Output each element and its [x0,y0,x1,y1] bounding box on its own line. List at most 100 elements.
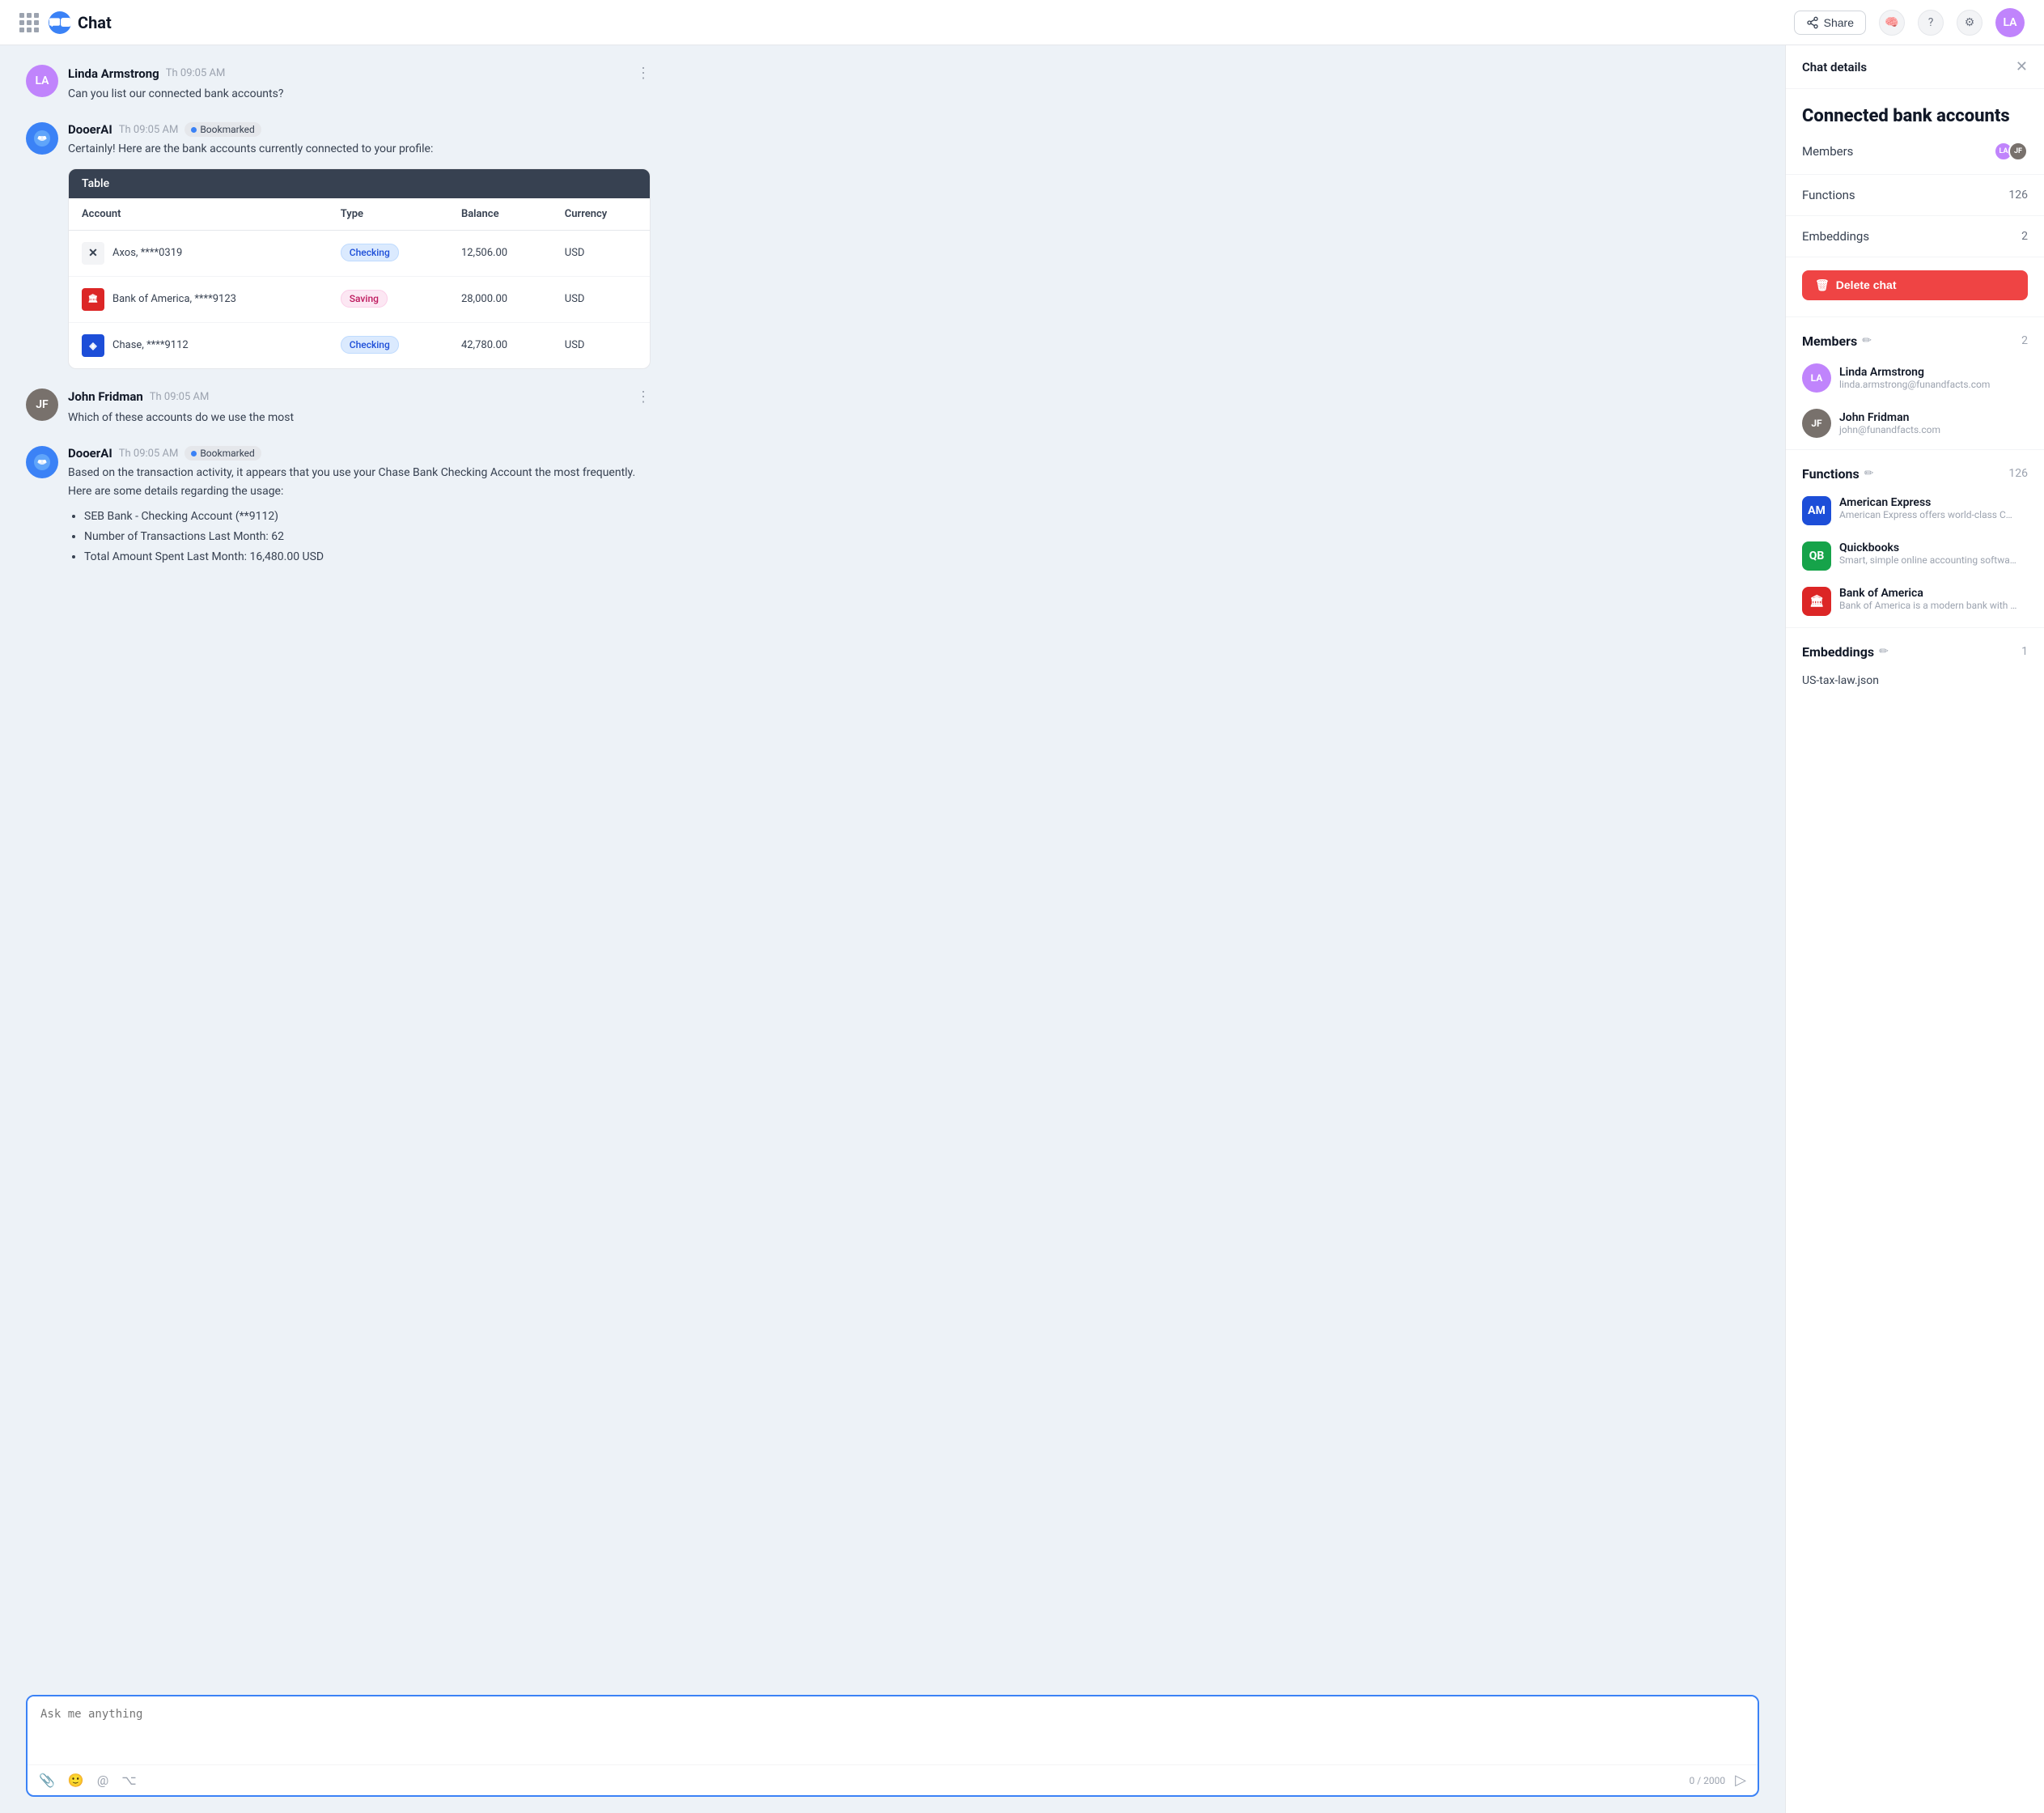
msg-text: Which of these accounts do we use the mo… [68,409,651,427]
col-type: Type [328,198,448,231]
col-account: Account [69,198,328,231]
functions-count: 126 [2008,467,2028,480]
bank-name: Chase, ****9112 [112,339,189,351]
list-item: SEB Bank - Checking Account (**9112) [84,507,651,527]
badge-dot [191,127,197,133]
function-desc: Smart, simple online accounting software… [1839,554,2017,566]
member-avatars: LA JF [1994,142,2028,161]
member-email: linda.armstrong@funandfacts.com [1839,379,1990,390]
delete-chat-button[interactable]: 🗑 Delete chat [1802,270,2028,300]
msg-sender: Linda Armstrong [68,66,159,81]
function-item: AM American Express American Express off… [1786,488,2044,533]
currency: USD [552,322,650,368]
list-item: Number of Transactions Last Month: 62 [84,527,651,547]
message-group: JF John Fridman Th 09:05 AM ⋮ Which of t… [26,388,1759,427]
member-name: John Fridman [1839,411,1940,424]
emoji-icon[interactable]: 🙂 [68,1773,84,1788]
close-button[interactable]: ✕ [2016,58,2028,75]
panel-header: Chat details ✕ [1786,45,2044,89]
function-icon: QB [1802,541,1831,571]
msg-text: Based on the transaction activity, it ap… [68,464,651,500]
command-icon[interactable]: ⌥ [121,1773,136,1788]
msg-content: Linda Armstrong Th 09:05 AM ⋮ Can you li… [68,65,651,103]
panel-row-count: 126 [2008,189,2028,202]
panel-row-embeddings[interactable]: Embeddings 2 [1786,216,2044,257]
function-icon: 🏛 [1802,587,1831,616]
msg-time: Th 09:05 AM [119,124,179,136]
char-count: 0 / 2000 [1690,1775,1726,1786]
settings-icon[interactable]: ⚙ [1957,10,1983,36]
function-info: Bank of America Bank of America is a mod… [1839,587,2017,611]
member-info: Linda Armstrong linda.armstrong@funandfa… [1839,366,1990,390]
function-desc: Bank of America is a modern bank with it… [1839,600,2017,611]
chat-input[interactable] [28,1696,1758,1761]
bank-icon: ✕ [82,242,104,265]
member-item: JF John Fridman john@funandfacts.com [1786,401,2044,446]
send-button[interactable]: ▷ [1735,1772,1746,1789]
edit-embeddings-icon[interactable]: ✏ [1879,645,1889,658]
share-button[interactable]: Share [1794,11,1866,35]
msg-menu[interactable]: ⋮ [636,388,651,405]
edit-members-icon[interactable]: ✏ [1862,334,1872,347]
type-badge: Checking [341,244,399,261]
account-cell: ◈ Chase, ****9112 [82,334,315,357]
edit-functions-icon[interactable]: ✏ [1864,467,1874,480]
function-name: American Express [1839,496,2017,509]
bank-name: Bank of America, ****9123 [112,293,236,305]
function-name: Bank of America [1839,587,2017,600]
msg-text: Can you list our connected bank accounts… [68,85,651,103]
balance: 12,506.00 [448,230,552,276]
currency: USD [552,276,650,322]
bookmarked-badge: Bookmarked [184,122,261,137]
bank-name: Axos, ****0319 [112,247,182,259]
avatar: LA [1802,363,1831,393]
input-box: 📎 🙂 @ ⌥ 0 / 2000 ▷ [26,1695,1759,1797]
bank-icon: ◈ [82,334,104,357]
type-badge: Checking [341,336,399,354]
balance: 42,780.00 [448,322,552,368]
msg-content: DooerAI Th 09:05 AM Bookmarked Certainly… [68,122,651,368]
avatar: JF [2008,142,2028,161]
avatar [26,446,58,478]
embedding-item: US-tax-law.json [1786,666,2044,695]
msg-header: DooerAI Th 09:05 AM Bookmarked [68,446,651,461]
divider [1786,449,2044,450]
share-icon [1806,16,1819,29]
bullet-list: SEB Bank - Checking Account (**9112) Num… [68,507,651,568]
magic-icon[interactable]: 🧠 [1879,10,1905,36]
main-layout: LA Linda Armstrong Th 09:05 AM ⋮ Can you… [0,45,2044,1813]
members-heading: Members [1802,333,1857,349]
account-cell: ✕ Axos, ****0319 [82,242,315,265]
col-currency: Currency [552,198,650,231]
chat-area: LA Linda Armstrong Th 09:05 AM ⋮ Can you… [0,45,1785,1813]
function-item: 🏛 Bank of America Bank of America is a m… [1786,579,2044,624]
attachment-icon[interactable]: 📎 [39,1773,55,1788]
msg-header: Linda Armstrong Th 09:05 AM ⋮ [68,65,651,82]
app-title: Chat [78,13,112,32]
type-badge: Saving [341,290,388,308]
functions-section-heading: Functions ✏ 126 [1786,453,2044,488]
function-item: QB Quickbooks Smart, simple online accou… [1786,533,2044,579]
function-info: Quickbooks Smart, simple online accounti… [1839,541,2017,566]
user-avatar[interactable]: LA [1995,8,2025,37]
function-info: American Express American Express offers… [1839,496,2017,520]
panel-row-members[interactable]: Members LA JF [1786,129,2044,175]
member-info: John Fridman john@funandfacts.com [1839,411,1940,435]
msg-menu[interactable]: ⋮ [636,65,651,82]
avatar: LA [26,65,58,97]
bookmarked-badge: Bookmarked [184,446,261,461]
topbar: Chat Share 🧠 ? ⚙ LA [0,0,2044,45]
panel-row-functions[interactable]: Functions 126 [1786,175,2044,216]
message-group: DooerAI Th 09:05 AM Bookmarked Based on … [26,446,1759,567]
table-row: ◈ Chase, ****9112 Checking 42,780.00 USD [69,322,650,368]
grid-icon[interactable] [19,13,39,32]
account-cell: 🏛 Bank of America, ****9123 [82,288,315,311]
embeddings-count: 1 [2021,645,2028,658]
help-icon[interactable]: ? [1918,10,1944,36]
msg-time: Th 09:05 AM [150,391,210,403]
mention-icon[interactable]: @ [97,1773,108,1788]
balance: 28,000.00 [448,276,552,322]
msg-time: Th 09:05 AM [119,448,179,460]
members-count: 2 [2021,334,2028,347]
input-icons: 📎 🙂 @ ⌥ [39,1773,137,1788]
